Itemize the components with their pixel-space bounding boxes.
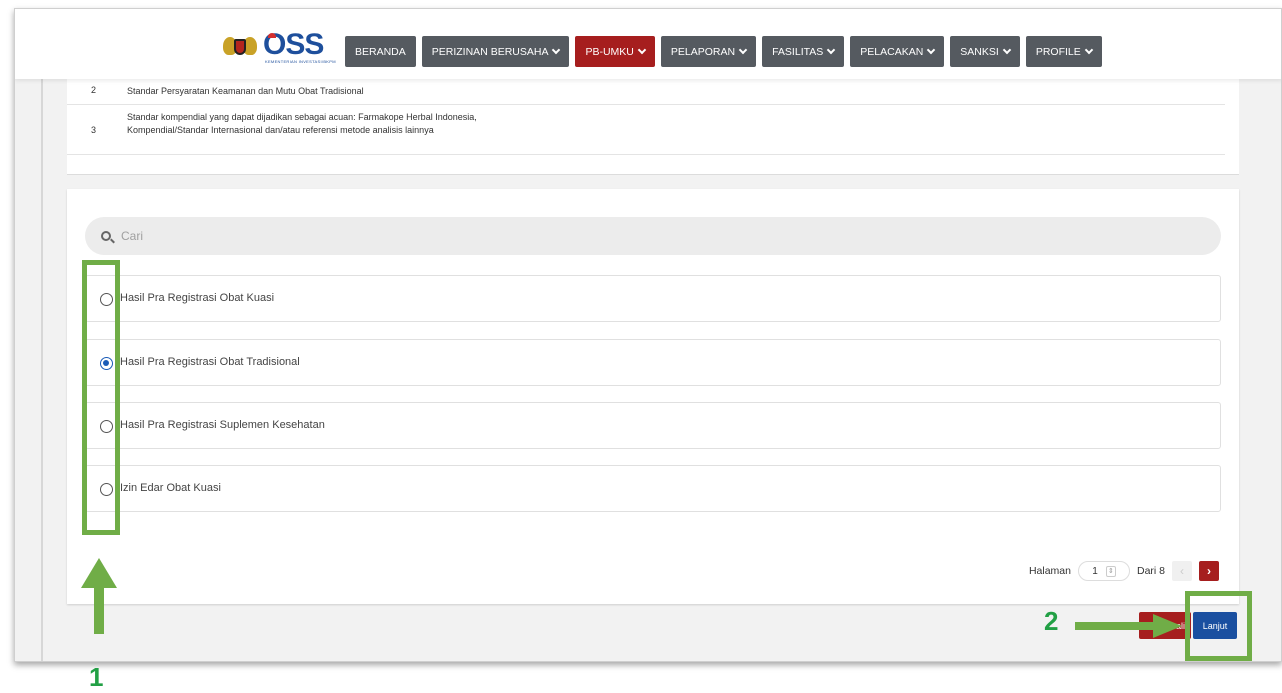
chevron-down-icon (637, 45, 647, 54)
nav-sanksi[interactable]: SANKSI (950, 36, 1020, 67)
annotation-arrow-right-icon (1075, 614, 1182, 638)
pagination: Halaman 1 ⇕ Dari 8 ‹ › (1029, 561, 1219, 581)
option-label: Hasil Pra Registrasi Obat Kuasi (120, 292, 275, 304)
nav-perizinan-berusaha[interactable]: PERIZINAN BERUSAHA (421, 36, 570, 67)
nav-label: FASILITAS (772, 45, 824, 58)
annotation-step-2: 2 (1044, 606, 1059, 636)
annotation-arrow-up-icon (81, 558, 117, 634)
chevron-down-icon (1002, 45, 1012, 54)
nav-label: PB-UMKU (585, 45, 634, 58)
table-row: 2 Standar Persyaratan Keamanan dan Mutu … (67, 75, 1225, 105)
nav-label: PROFILE (1035, 45, 1081, 58)
option-card[interactable]: Izin Edar Obat Kuasi (85, 465, 1221, 512)
search-input[interactable] (121, 229, 1021, 243)
nav-beranda[interactable]: BERANDA (345, 36, 416, 67)
browser-frame: OSS KEMENTERIAN INVESTASI/BKPM BERANDA P… (14, 8, 1282, 662)
annotation-highlight-radios (82, 260, 120, 535)
row-text: Standar Persyaratan Keamanan dan Mutu Ob… (127, 86, 364, 96)
nav-pelaporan[interactable]: PELAPORAN (660, 36, 757, 67)
nav-pelacakan[interactable]: PELACAKAN (850, 36, 945, 67)
row-text: Standar kompendial yang dapat dijadikan … (127, 112, 477, 135)
option-label: Izin Edar Obat Kuasi (120, 482, 221, 494)
page-total: Dari 8 (1136, 565, 1165, 577)
option-card[interactable]: Hasil Pra Registrasi Obat Tradisional (85, 339, 1221, 386)
page-label: Halaman (1028, 565, 1071, 577)
option-card[interactable]: Hasil Pra Registrasi Suplemen Kesehatan (85, 402, 1221, 449)
main-nav: BERANDA PERIZINAN BERUSAHA PB-UMKU PELAP… (345, 36, 1102, 67)
row-number: 3 (91, 125, 97, 135)
oss-logo-subtext: KEMENTERIAN INVESTASI/BKPM (265, 59, 336, 64)
chevron-down-icon (927, 45, 936, 54)
spinner-icon[interactable]: ⇕ (1105, 565, 1116, 577)
page-current: 1 (1092, 565, 1098, 577)
nav-pb-umku[interactable]: PB-UMKU (575, 36, 655, 67)
logo[interactable]: OSS KEMENTERIAN INVESTASI/BKPM (223, 30, 336, 65)
row-number: 2 (91, 85, 97, 95)
search-bar[interactable] (85, 217, 1221, 255)
search-icon (101, 231, 111, 241)
nav-profile[interactable]: PROFILE (1025, 36, 1102, 67)
content-border (41, 69, 43, 661)
nav-label: PELACAKAN (860, 45, 924, 58)
oss-logo: OSS KEMENTERIAN INVESTASI/BKPM (263, 30, 336, 65)
nav-label: BERANDA (355, 45, 406, 58)
top-navbar: OSS KEMENTERIAN INVESTASI/BKPM BERANDA P… (15, 9, 1281, 79)
annotation-step-1: 1 (89, 662, 104, 692)
nav-label: PELAPORAN (670, 45, 736, 58)
prev-page-button[interactable]: ‹ (1172, 561, 1192, 581)
permit-selection-card: Hasil Pra Registrasi Obat Kuasi Hasil Pr… (67, 189, 1239, 604)
annotation-highlight-continue (1185, 591, 1252, 661)
option-card[interactable]: Hasil Pra Registrasi Obat Kuasi (85, 275, 1221, 322)
option-label: Hasil Pra Registrasi Suplemen Kesehatan (120, 419, 325, 431)
chevron-down-icon (1084, 45, 1093, 54)
chevron-down-icon (552, 45, 561, 54)
requirements-table: 2 Standar Persyaratan Keamanan dan Mutu … (67, 65, 1239, 175)
nav-label: SANKSI (960, 45, 999, 58)
nav-fasilitas[interactable]: FASILITAS (762, 36, 845, 67)
chevron-down-icon (738, 45, 748, 54)
next-page-button[interactable]: › (1199, 561, 1219, 581)
page-number-input[interactable]: 1 ⇕ (1077, 561, 1130, 581)
table-row: 3 Standar kompendial yang dapat dijadika… (67, 105, 1225, 155)
nav-label: PERIZINAN BERUSAHA (431, 45, 549, 58)
option-label: Hasil Pra Registrasi Obat Tradisional (120, 356, 300, 368)
chevron-down-icon (827, 45, 836, 54)
garuda-emblem-icon (223, 31, 257, 63)
